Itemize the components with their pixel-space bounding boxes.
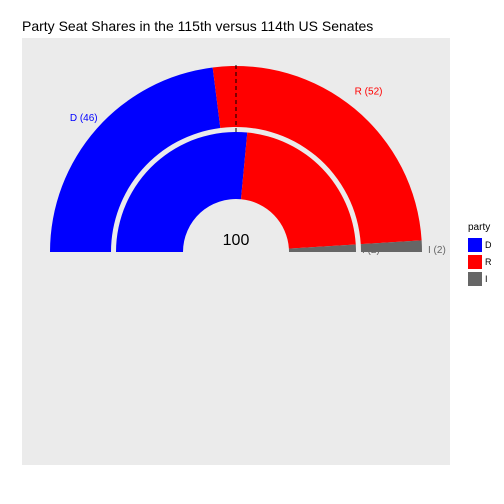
label-inner-r: R (45) bbox=[323, 150, 351, 161]
label-inner-d: D (53) bbox=[122, 138, 150, 149]
center-label: 100 bbox=[223, 232, 250, 249]
legend-item-r: R bbox=[468, 253, 492, 270]
label-outer-d: D (46) bbox=[70, 113, 98, 124]
legend-swatch-i bbox=[468, 271, 482, 286]
legend-label-d: D bbox=[485, 239, 492, 250]
legend-swatch-r bbox=[468, 254, 482, 269]
label-outer-i: I (2) bbox=[428, 245, 446, 256]
label-inner-i: I (2) bbox=[362, 245, 380, 256]
legend-label-r: R bbox=[485, 256, 492, 267]
legend-items: DRI bbox=[468, 236, 492, 287]
legend-swatch-d bbox=[468, 237, 482, 252]
legend-title: party bbox=[468, 222, 491, 233]
legend-item-i: I bbox=[468, 270, 492, 287]
label-outer-r: R (52) bbox=[355, 87, 383, 98]
legend-item-d: D bbox=[468, 236, 492, 253]
legend: party DRI bbox=[468, 222, 492, 287]
legend-label-i: I bbox=[485, 273, 488, 284]
chart-svg: D (53) R (45) I (2) D (46) R (52) I (2) 100 bbox=[22, 38, 450, 465]
